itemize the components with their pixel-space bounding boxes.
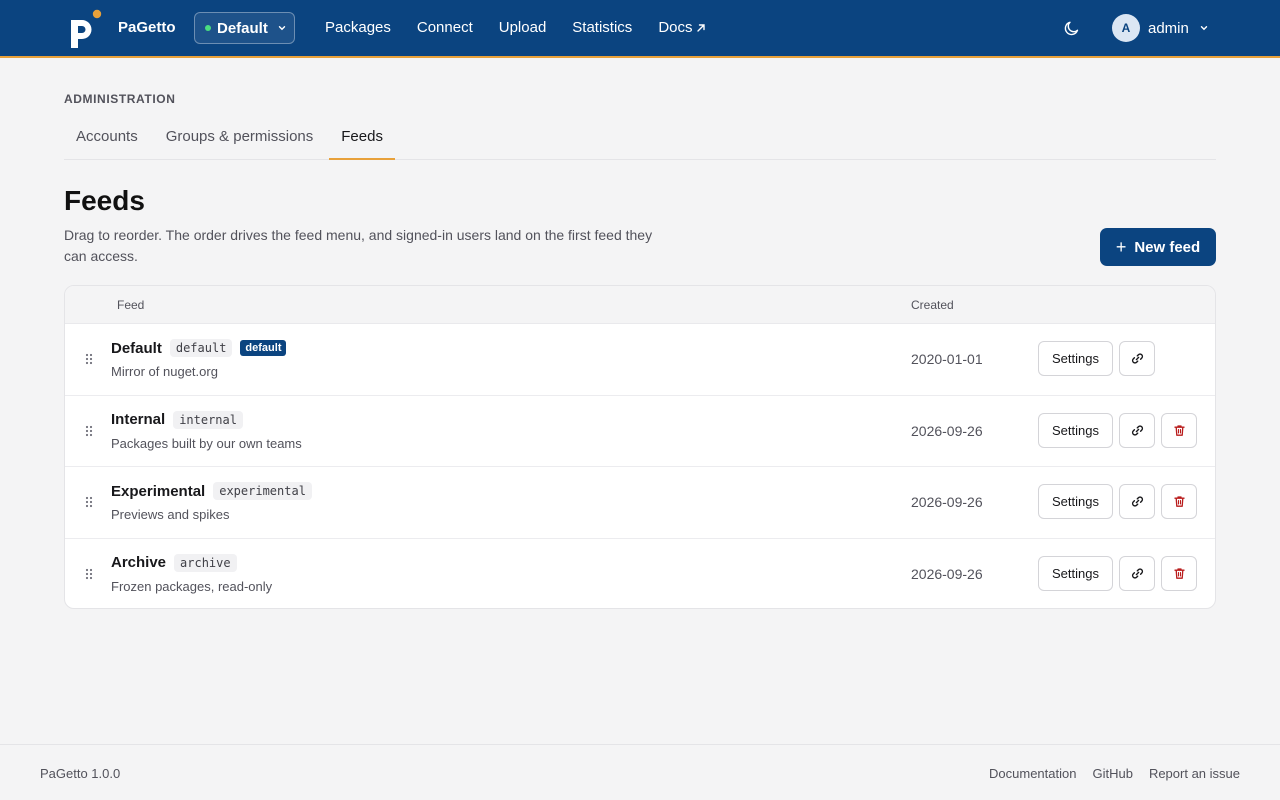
top-navigation-bar: PaGetto Default Packages Connect Upload …	[0, 0, 1280, 58]
footer-link-github[interactable]: GitHub	[1092, 766, 1132, 781]
dark-mode-toggle-icon[interactable]	[1063, 19, 1081, 37]
copy-link-button[interactable]	[1119, 412, 1155, 448]
feed-name: Internal	[111, 411, 166, 428]
footer: PaGetto 1.0.0 Documentation GitHub Repor…	[0, 744, 1280, 800]
table-row: Internal internal Packages built by our ow…	[65, 396, 1215, 467]
feed-settings-button[interactable]: Settings	[1038, 484, 1113, 519]
brand-name[interactable]: PaGetto	[118, 19, 176, 36]
drag-handle-icon[interactable]	[84, 568, 94, 580]
feed-name-line: Experimental experimental	[111, 482, 312, 500]
feed-settings-button[interactable]: Settings	[1038, 341, 1113, 376]
main-nav: Packages Connect Upload Statistics Docs	[325, 19, 732, 36]
delete-feed-button[interactable]	[1161, 555, 1197, 591]
feed-created-date: 2020-01-01	[911, 351, 983, 367]
new-feed-button-label: New feed	[1134, 238, 1201, 256]
drag-handle-icon[interactable]	[84, 425, 94, 437]
tab-groups-permissions[interactable]: Groups & permissions	[154, 117, 326, 160]
column-header-created: Created	[911, 298, 954, 312]
feed-description: Previews and spikes	[111, 507, 230, 522]
copy-link-button[interactable]	[1119, 341, 1155, 376]
feed-name-line: Internal internal	[111, 410, 243, 429]
feed-slug: internal	[173, 410, 243, 429]
footer-link-report-issue[interactable]: Report an issue	[1149, 766, 1240, 781]
feed-name-line: Default default default	[111, 339, 287, 357]
status-dot-icon	[205, 25, 211, 31]
feed-settings-button[interactable]: Settings	[1038, 555, 1113, 591]
link-icon	[1131, 353, 1143, 364]
trash-icon	[1173, 424, 1185, 436]
footer-link-documentation[interactable]: Documentation	[989, 766, 1076, 781]
default-badge: default	[240, 340, 287, 356]
user-name: admin	[1148, 19, 1189, 37]
link-icon	[1131, 567, 1143, 579]
user-menu[interactable]: A admin	[1112, 14, 1209, 42]
plus-icon: +	[1115, 237, 1127, 257]
link-icon	[1131, 424, 1143, 436]
column-header-feed: Feed	[117, 298, 145, 312]
new-feed-button[interactable]: + New feed	[1100, 228, 1216, 266]
nav-link-packages[interactable]: Packages	[325, 19, 391, 36]
feed-name: Experimental	[111, 482, 206, 500]
feed-slug: archive	[174, 553, 237, 572]
copy-link-button[interactable]	[1119, 484, 1155, 519]
feed-switcher-label: Default	[217, 19, 268, 37]
nav-link-connect[interactable]: Connect	[417, 19, 473, 36]
feed-name-line: Archive archive	[111, 553, 237, 572]
feed-created-date: 2026-09-26	[911, 494, 983, 510]
chevron-down-icon	[278, 26, 286, 31]
drag-handle-icon[interactable]	[84, 496, 94, 508]
table-body: Default default default Mirror of nuget.org…	[65, 324, 1215, 609]
avatar: A	[1112, 14, 1140, 42]
footer-links: Documentation GitHub Report an issue	[989, 766, 1240, 781]
drag-handle-icon[interactable]	[84, 353, 94, 365]
delete-feed-button[interactable]	[1161, 412, 1197, 448]
feeds-table: Feed Created Default default default Mirror…	[64, 285, 1216, 609]
feed-slug: experimental	[213, 482, 312, 500]
feed-switcher-dropdown[interactable]: Default	[194, 12, 295, 44]
feed-description: Frozen packages, read-only	[111, 578, 273, 594]
section-label: ADMINISTRATION	[64, 92, 176, 106]
page-title: Feeds	[64, 185, 145, 216]
feed-settings-button[interactable]: Settings	[1038, 412, 1113, 448]
chevron-down-icon	[1200, 26, 1208, 31]
feed-created-date: 2026-09-26	[911, 422, 983, 439]
external-link-arrow-icon	[696, 23, 705, 32]
table-header: Feed Created	[65, 286, 1215, 324]
trash-icon	[1173, 567, 1185, 579]
copy-link-button[interactable]	[1119, 555, 1155, 591]
nav-link-statistics[interactable]: Statistics	[572, 19, 632, 36]
delete-feed-button[interactable]	[1161, 484, 1197, 519]
link-icon	[1131, 496, 1143, 507]
feed-created-date: 2026-09-26	[911, 565, 983, 582]
feed-slug: default	[169, 339, 233, 357]
table-row: Experimental experimental Previews and spi…	[65, 467, 1215, 539]
pagetto-logo-icon[interactable]	[66, 8, 106, 50]
table-row: Default default default Mirror of nuget.org…	[65, 324, 1215, 396]
nav-link-docs[interactable]: Docs	[658, 19, 705, 36]
table-row: Archive archive Frozen packages, read-only…	[65, 539, 1215, 609]
feed-name: Archive	[111, 554, 167, 571]
trash-icon	[1173, 496, 1185, 507]
admin-tabs: Accounts Groups & permissions Feeds	[64, 117, 1216, 160]
nav-link-docs-label: Docs	[658, 19, 693, 36]
feed-description: Packages built by our own teams	[111, 435, 302, 451]
tab-feeds[interactable]: Feeds	[329, 117, 395, 160]
page-description: Drag to reorder. The order drives the fe…	[64, 227, 653, 264]
feed-name: Default	[111, 339, 162, 357]
app-version: PaGetto 1.0.0	[40, 766, 121, 781]
feed-description: Mirror of nuget.org	[111, 364, 218, 379]
tab-accounts[interactable]: Accounts	[64, 117, 150, 160]
nav-link-upload[interactable]: Upload	[499, 19, 547, 36]
